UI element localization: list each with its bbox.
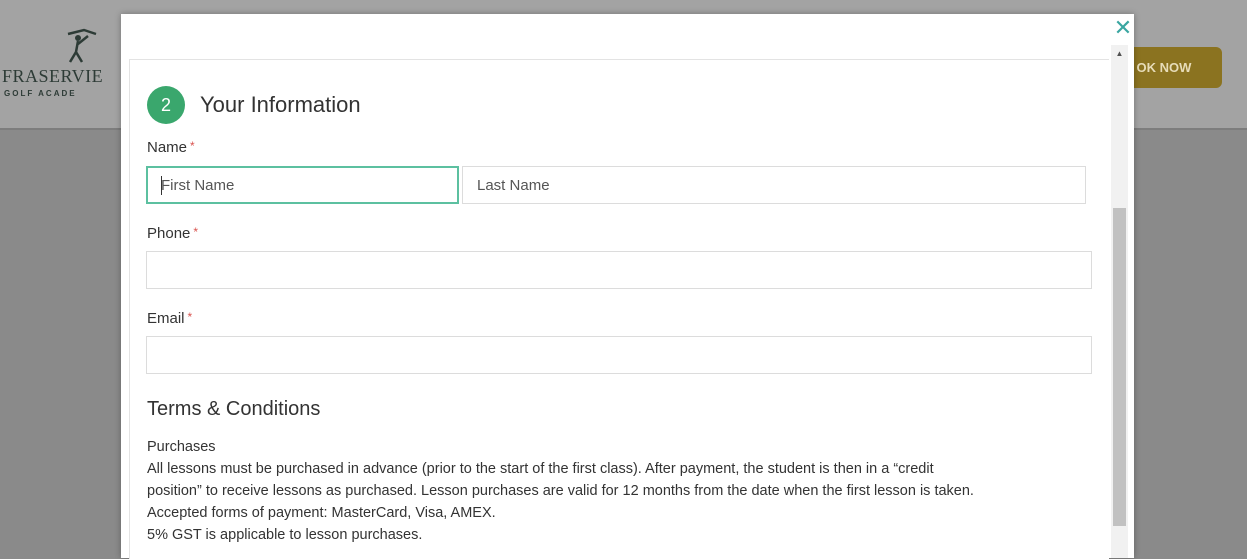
logo-name: FRASERVIE (2, 66, 104, 86)
required-mark: * (190, 139, 195, 153)
terms-line: position” to receive lessons as purchase… (147, 483, 974, 499)
book-now-label: OK NOW (1136, 60, 1192, 75)
phone-label: Phone * (147, 225, 198, 242)
required-mark: * (193, 225, 199, 239)
golfer-logo-icon (67, 28, 97, 63)
required-mark: * (187, 310, 193, 324)
section-title: Your Information (200, 92, 361, 117)
terms-line: All lessons must be purchased in advance… (147, 461, 934, 477)
step-number-badge: 2 (147, 86, 185, 124)
terms-line: Accepted forms of payment: MasterCard, V… (147, 505, 496, 521)
scroll-up-arrow-icon[interactable]: ▲ (1111, 45, 1128, 62)
text-caret (161, 176, 162, 195)
email-label: Email * (147, 310, 192, 327)
phone-label-text: Phone (147, 225, 191, 242)
name-label: Name * (147, 139, 195, 156)
terms-heading-purchases: Purchases (147, 439, 216, 455)
site-logo[interactable]: FRASERVIE GOLF ACADE (2, 26, 122, 106)
terms-title: Terms & Conditions (147, 398, 321, 420)
close-icon[interactable]: ✕ (1113, 17, 1133, 39)
scrollbar-thumb[interactable] (1113, 208, 1126, 526)
first-name-input[interactable] (146, 166, 459, 204)
terms-text: Purchases All lessons must be purchased … (147, 436, 1107, 546)
email-input[interactable] (146, 336, 1092, 374)
terms-line: 5% GST is applicable to lesson purchases… (147, 527, 423, 543)
phone-input[interactable] (146, 251, 1092, 289)
name-label-text: Name (147, 139, 188, 156)
last-name-input[interactable] (462, 166, 1086, 204)
logo-subtitle: GOLF ACADE (4, 89, 77, 98)
email-label-text: Email (147, 310, 185, 327)
